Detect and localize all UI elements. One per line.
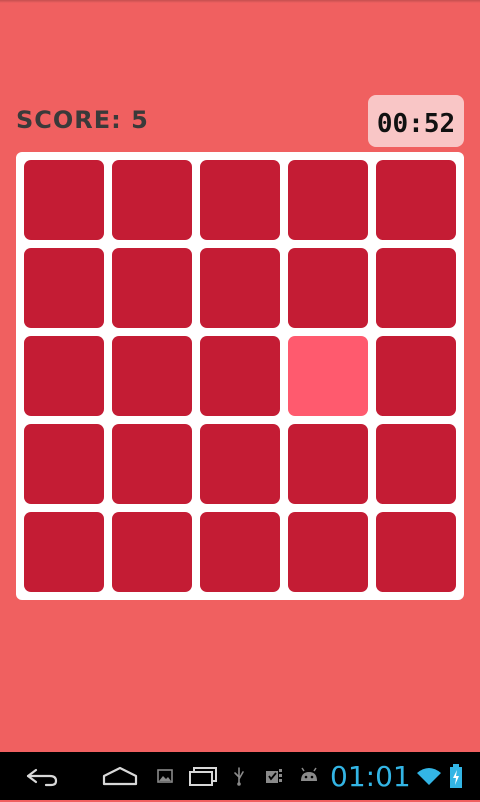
tile[interactable] — [24, 336, 104, 416]
tile[interactable] — [376, 512, 456, 592]
tile[interactable] — [376, 424, 456, 504]
wifi-icon — [414, 752, 444, 800]
tile[interactable] — [112, 512, 192, 592]
tile[interactable] — [24, 248, 104, 328]
tile[interactable] — [112, 336, 192, 416]
tile[interactable] — [288, 248, 368, 328]
tile[interactable] — [200, 424, 280, 504]
tile[interactable] — [288, 424, 368, 504]
tile[interactable] — [24, 512, 104, 592]
gallery-icon — [154, 752, 176, 800]
home-icon[interactable] — [98, 752, 142, 800]
timer-text: 00:52 — [376, 109, 456, 139]
tile[interactable] — [112, 160, 192, 240]
tile[interactable] — [376, 336, 456, 416]
game-board — [16, 152, 464, 600]
status-clock: 01:01 — [330, 760, 411, 793]
tile[interactable] — [288, 512, 368, 592]
tile[interactable] — [112, 424, 192, 504]
tile[interactable] — [24, 424, 104, 504]
tile-grid — [24, 160, 456, 592]
tile[interactable] — [376, 160, 456, 240]
tile[interactable] — [376, 248, 456, 328]
tile[interactable] — [112, 248, 192, 328]
usb-icon — [228, 752, 250, 800]
tile[interactable] — [24, 160, 104, 240]
task-icon — [262, 752, 286, 800]
android-icon — [296, 752, 322, 800]
recent-apps-icon[interactable] — [180, 752, 224, 800]
tile[interactable] — [200, 248, 280, 328]
score-label: SCORE: 5 — [16, 106, 149, 134]
tile[interactable] — [200, 336, 280, 416]
top-shadow — [0, 0, 480, 3]
back-icon[interactable] — [18, 752, 66, 800]
tile-highlighted[interactable] — [288, 336, 368, 416]
game-screen: SCORE: 5 00:52 — [0, 0, 480, 752]
battery-icon — [446, 752, 466, 800]
tile[interactable] — [200, 512, 280, 592]
timer-box: 00:52 — [368, 95, 464, 147]
tile[interactable] — [288, 160, 368, 240]
tile[interactable] — [200, 160, 280, 240]
